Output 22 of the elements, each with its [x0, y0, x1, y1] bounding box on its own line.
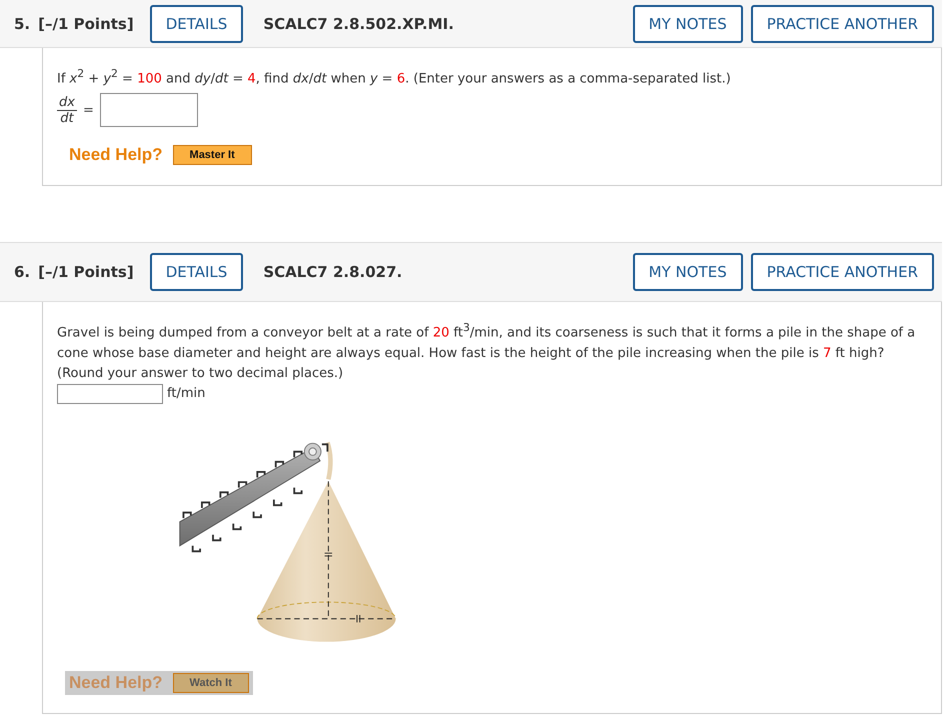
my-notes-button[interactable]: MY NOTES [632, 253, 743, 292]
points-label: [–/1 Points] [38, 14, 134, 32]
question-prompt: Gravel is being dumped from a conveyor belt at a rate of 20 ft$^{3}$/min, and its coarseness is such that it forms a pile in the shape of a cone whose base diameter and height are always equal. How fast is the height of the pile increasing when the pile is 7 ft high? (Round your answer to two decimal places.) [57, 320, 916, 383]
question-number: 6. [14, 263, 30, 282]
question-code: SCALC7 2.8.027. [263, 263, 402, 282]
question-prompt: If x$^{2}$ + y$^{2}$ = 100 and dy/dt = 4, find dx/dt when y = 6. (Enter your answers as a comma-separated list.) [57, 66, 732, 88]
help-button[interactable]: Master It [172, 145, 252, 166]
need-help-label: Need Help? [69, 672, 163, 693]
answer-field[interactable] [57, 384, 163, 404]
points-label: [–/1 Points] [38, 263, 134, 282]
equals-sign: = [82, 102, 94, 118]
question-code: SCALC7 2.8.502.XP.MI. [263, 14, 454, 32]
practice-another-button[interactable]: PRACTICE ANOTHER [750, 4, 934, 42]
details-button[interactable]: DETAILS [150, 4, 244, 42]
unit-label: ft/min [167, 386, 206, 402]
details-button[interactable]: DETAILS [150, 253, 244, 292]
answer-field[interactable] [100, 93, 198, 128]
derivative-fraction: dx dt [57, 94, 77, 126]
my-notes-button[interactable]: MY NOTES [632, 4, 743, 42]
practice-another-button[interactable]: PRACTICE ANOTHER [750, 253, 934, 292]
need-help-label: Need Help? [69, 145, 163, 166]
question-number: 5. [14, 14, 30, 32]
